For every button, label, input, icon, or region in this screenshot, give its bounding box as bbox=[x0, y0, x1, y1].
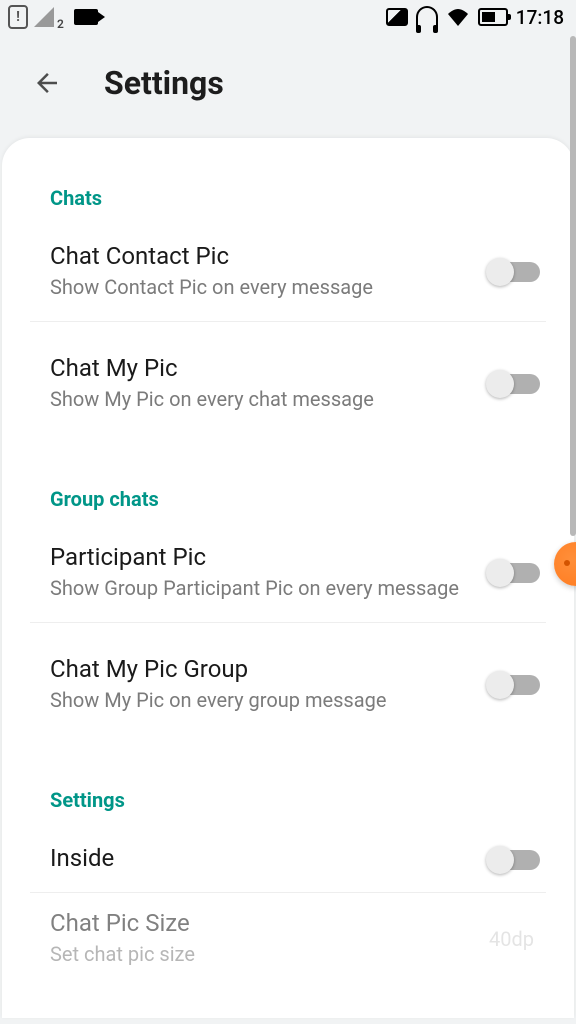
signal-icon bbox=[34, 7, 54, 27]
cast-icon bbox=[386, 8, 408, 26]
status-right: 17:18 bbox=[386, 6, 564, 29]
page-title: Settings bbox=[104, 64, 224, 102]
camera-icon bbox=[74, 9, 98, 25]
back-button[interactable] bbox=[30, 66, 64, 100]
setting-chat-pic-size[interactable]: Chat Pic Size Set chat pic size 40dp bbox=[30, 901, 546, 988]
toggle-chat-contact-pic[interactable] bbox=[488, 262, 540, 282]
setting-subtitle: Show My Pic on every chat message bbox=[50, 386, 472, 413]
setting-title: Chat Pic Size bbox=[50, 909, 473, 937]
section-header-group-chats: Group chats bbox=[30, 487, 546, 511]
setting-subtitle: Show Group Participant Pic on every mess… bbox=[50, 575, 472, 602]
wifi-icon bbox=[446, 8, 470, 26]
status-bar: 2 17:18 bbox=[0, 0, 576, 34]
signal-label: 2 bbox=[57, 17, 64, 31]
toggle-chat-my-pic-group[interactable] bbox=[488, 675, 540, 695]
setting-subtitle: Show My Pic on every group message bbox=[50, 687, 472, 714]
setting-chat-contact-pic[interactable]: Chat Contact Pic Show Contact Pic on eve… bbox=[30, 234, 546, 322]
setting-title: Participant Pic bbox=[50, 543, 472, 571]
setting-inside[interactable]: Inside bbox=[30, 836, 546, 893]
setting-value: 40dp bbox=[489, 927, 534, 951]
headphone-icon bbox=[416, 6, 438, 28]
toggle-inside[interactable] bbox=[488, 850, 540, 870]
sim-alert-icon bbox=[8, 5, 28, 29]
settings-card: Chats Chat Contact Pic Show Contact Pic … bbox=[2, 138, 574, 1018]
toggle-participant-pic[interactable] bbox=[488, 563, 540, 583]
setting-subtitle: Show Contact Pic on every message bbox=[50, 274, 472, 301]
section-header-settings: Settings bbox=[30, 788, 546, 812]
setting-subtitle: Set chat pic size bbox=[50, 941, 473, 968]
battery-icon bbox=[478, 8, 508, 26]
setting-title: Inside bbox=[50, 844, 472, 872]
app-header: Settings bbox=[0, 34, 576, 138]
setting-title: Chat My Pic bbox=[50, 354, 472, 382]
arrow-left-icon bbox=[32, 68, 62, 98]
toggle-chat-my-pic[interactable] bbox=[488, 374, 540, 394]
setting-chat-my-pic[interactable]: Chat My Pic Show My Pic on every chat me… bbox=[30, 346, 546, 433]
section-header-chats: Chats bbox=[30, 186, 546, 210]
scrollbar[interactable] bbox=[570, 36, 576, 536]
setting-chat-my-pic-group[interactable]: Chat My Pic Group Show My Pic on every g… bbox=[30, 647, 546, 734]
status-left: 2 bbox=[8, 5, 98, 29]
setting-participant-pic[interactable]: Participant Pic Show Group Participant P… bbox=[30, 535, 546, 623]
status-time: 17:18 bbox=[516, 6, 564, 29]
setting-title: Chat Contact Pic bbox=[50, 242, 472, 270]
setting-title: Chat My Pic Group bbox=[50, 655, 472, 683]
